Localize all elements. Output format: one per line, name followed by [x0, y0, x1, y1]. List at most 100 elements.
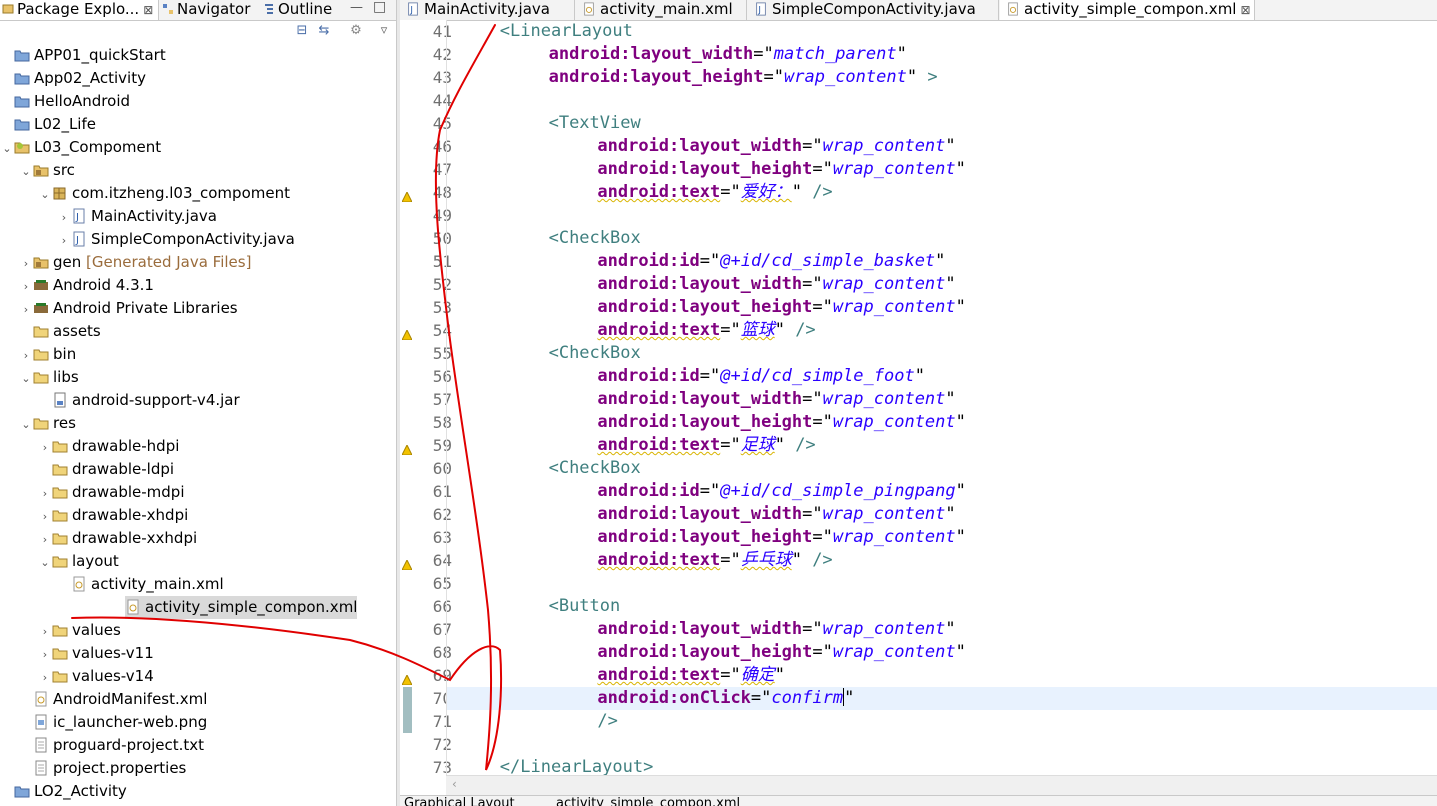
code-line[interactable]: android:layout_height="wrap_content"	[447, 158, 966, 181]
tree-item[interactable]: drawable-ldpi	[0, 458, 174, 481]
code-line[interactable]: android:layout_width="wrap_content"	[447, 618, 955, 641]
code-line[interactable]: android:layout_height="wrap_content"	[447, 641, 966, 664]
tab-outline[interactable]: Outline	[261, 0, 339, 20]
code-line[interactable]: <LinearLayout	[447, 20, 633, 43]
tree-item[interactable]: ⌄ layout	[0, 550, 118, 574]
tab-package-explorer[interactable]: Package Explo... ⊠	[0, 0, 159, 20]
chevron-down-icon[interactable]: ⌄	[19, 160, 33, 183]
code-line[interactable]	[447, 204, 451, 227]
chevron-right-icon[interactable]: ›	[38, 666, 52, 689]
code-line[interactable]: <Button	[447, 595, 621, 618]
tab-xml-source[interactable]: activity_simple_compon.xml	[556, 797, 786, 806]
code-line[interactable]: android:layout_height="wrap_content"	[447, 411, 966, 434]
code-line[interactable]: android:text="篮球" />	[447, 319, 815, 342]
code-line[interactable]: <CheckBox	[447, 342, 641, 365]
code-line[interactable]: android:layout_height="wrap_content"	[447, 526, 966, 549]
chevron-right-icon[interactable]: ›	[19, 344, 33, 367]
chevron-right-icon[interactable]: ›	[38, 620, 52, 643]
warning-icon[interactable]	[401, 671, 413, 686]
link-with-editor-icon[interactable]: ⇆	[316, 23, 332, 39]
tree-item[interactable]: ⌄ res	[0, 412, 76, 435]
horizontal-scrollbar[interactable]: ‹	[446, 775, 1437, 796]
chevron-down-icon[interactable]: ⌄	[19, 367, 33, 390]
warning-icon[interactable]	[401, 188, 413, 203]
tree-item[interactable]: › drawable-xxhdpi	[0, 527, 197, 550]
code-line[interactable]: android:layout_height="wrap_content" >	[447, 66, 938, 89]
close-icon[interactable]: ⊠	[1240, 3, 1250, 17]
tab-navigator[interactable]: Navigator	[160, 0, 258, 20]
code-line[interactable]: <CheckBox	[447, 457, 641, 480]
chevron-down-icon[interactable]: ⌄	[0, 137, 14, 160]
code-line[interactable]: android:id="@+id/cd_simple_pingpang"	[447, 480, 966, 503]
code-line[interactable]: <CheckBox	[447, 227, 641, 250]
editor-tab[interactable]: J SimpleComponActivity.java	[748, 0, 999, 20]
code-area[interactable]: <LinearLayout android:layout_width="match…	[446, 20, 1437, 777]
warning-icon[interactable]	[401, 441, 413, 456]
tree-item[interactable]: › drawable-xhdpi	[0, 504, 188, 527]
chevron-right-icon[interactable]: ›	[57, 206, 71, 229]
editor-tab[interactable]: activity_simple_compon.xml ⊠	[1000, 0, 1255, 20]
code-line[interactable]: <TextView	[447, 112, 641, 135]
editor-tab[interactable]: J MainActivity.java	[400, 0, 575, 20]
tree-item[interactable]: › Android Private Libraries	[0, 297, 238, 320]
chevron-right-icon[interactable]: ›	[19, 275, 33, 298]
tree-item[interactable]: L02_Life	[0, 113, 96, 136]
tree-item[interactable]: android-support-v4.jar	[0, 389, 240, 412]
scroll-left-icon[interactable]: ‹	[452, 777, 457, 791]
tree-item[interactable]: ⌄ L03_Compoment	[0, 136, 161, 159]
code-line[interactable]: android:layout_width="wrap_content"	[447, 503, 955, 526]
tree-item[interactable]: › values-v11	[0, 642, 154, 665]
tree-item[interactable]: › Android 4.3.1	[0, 274, 154, 297]
code-line[interactable]	[447, 89, 451, 112]
tree-item[interactable]: LO2_Activity	[0, 780, 127, 803]
code-line[interactable]: android:onClick="confirm"	[447, 687, 1437, 710]
chevron-right-icon[interactable]: ›	[38, 436, 52, 459]
chevron-down-icon[interactable]: ⌄	[19, 413, 33, 436]
code-line[interactable]: android:layout_width="match_parent"	[447, 43, 907, 66]
code-line[interactable]: android:text="爱好：" />	[447, 181, 832, 204]
chevron-down-icon[interactable]: ⌄	[38, 551, 52, 574]
code-line[interactable]: />	[447, 710, 617, 733]
tree-item[interactable]: › values-v14	[0, 665, 154, 688]
tree-item[interactable]: proguard-project.txt	[0, 734, 204, 757]
tree-item[interactable]: project.properties	[0, 757, 186, 780]
chevron-down-icon[interactable]: ▿	[376, 23, 392, 39]
tree-item[interactable]: › values	[0, 619, 121, 642]
code-line[interactable]: android:layout_width="wrap_content"	[447, 273, 955, 296]
code-line[interactable]: android:layout_height="wrap_content"	[447, 296, 966, 319]
tree-item[interactable]: ic_launcher-web.png	[0, 711, 207, 734]
maximize-icon[interactable]: □	[373, 0, 386, 15]
tree-item[interactable]: HelloAndroid	[0, 90, 130, 113]
tree-item[interactable]: activity_simple_compon.xml	[125, 596, 358, 619]
tree-item[interactable]: › gen [Generated Java Files]	[0, 251, 252, 275]
chevron-right-icon[interactable]: ›	[19, 252, 33, 275]
code-line[interactable]: android:id="@+id/cd_simple_basket"	[447, 250, 945, 273]
tree-item[interactable]: assets	[0, 320, 101, 343]
code-line[interactable]: android:text="确定"	[447, 664, 785, 687]
chevron-right-icon[interactable]: ›	[38, 482, 52, 505]
code-line[interactable]	[447, 572, 451, 595]
close-icon[interactable]: ⊠	[143, 3, 153, 17]
tab-graphical-layout[interactable]: Graphical Layout	[404, 797, 552, 806]
collapse-all-icon[interactable]: ⊟	[294, 23, 310, 39]
code-line[interactable]: android:text="乒乓球" />	[447, 549, 832, 572]
tree-item[interactable]: › J MainActivity.java	[0, 205, 217, 228]
tree-item[interactable]: › J SimpleComponActivity.java	[0, 228, 295, 251]
chevron-right-icon[interactable]: ›	[57, 229, 71, 252]
chevron-right-icon[interactable]: ›	[19, 298, 33, 321]
warning-icon[interactable]	[401, 326, 413, 341]
tree-item[interactable]: ⌄ libs	[0, 366, 78, 390]
chevron-right-icon[interactable]: ›	[38, 528, 52, 551]
tree-item[interactable]: ⌄ com.itzheng.l03_compoment	[0, 182, 290, 205]
tree-item[interactable]: AndroidManifest.xml	[0, 688, 207, 711]
chevron-right-icon[interactable]: ›	[38, 643, 52, 666]
code-line[interactable]	[447, 733, 451, 756]
view-menu-filter-icon[interactable]: ⚙	[348, 23, 364, 39]
tree-item[interactable]: activity_main.xml	[0, 573, 224, 596]
tree-item[interactable]: › bin	[0, 343, 76, 366]
code-line[interactable]: android:id="@+id/cd_simple_foot"	[447, 365, 925, 388]
editor-tab[interactable]: activity_main.xml	[576, 0, 747, 20]
code-line[interactable]: android:layout_width="wrap_content"	[447, 135, 955, 158]
code-line[interactable]: android:text="足球" />	[447, 434, 815, 457]
chevron-down-icon[interactable]: ⌄	[38, 183, 52, 206]
